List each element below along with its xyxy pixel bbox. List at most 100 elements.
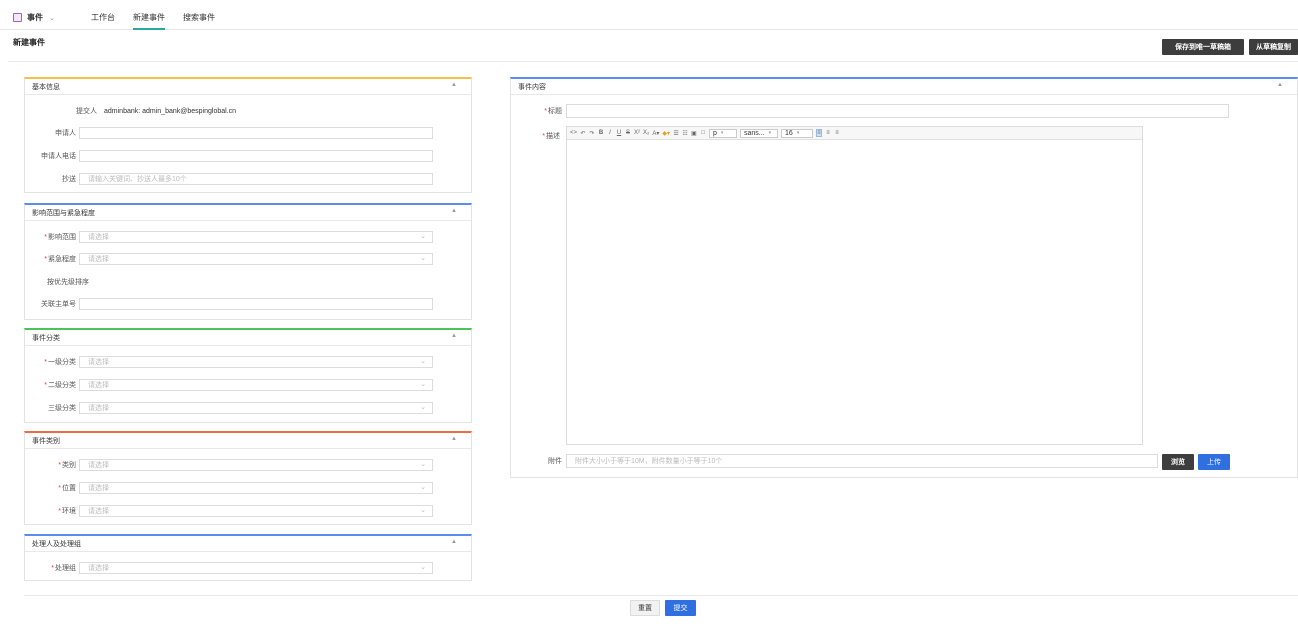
- location-select[interactable]: 请选择 ⌄: [79, 482, 433, 494]
- panel-title: 影响范围与紧急程度: [32, 209, 95, 217]
- source-icon[interactable]: <>: [570, 130, 577, 136]
- tab-search-event[interactable]: 搜索事件: [183, 12, 215, 23]
- submitter-value: adminbank: admin_bank@bespinglobal.cn: [104, 107, 237, 115]
- upload-button[interactable]: 上传: [1198, 454, 1230, 470]
- level2-select[interactable]: 请选择 ⌄: [79, 379, 433, 391]
- chevron-down-icon: ⌄: [420, 404, 426, 411]
- superscript-icon[interactable]: X²: [634, 130, 640, 136]
- paragraph-select[interactable]: p ▾: [709, 128, 738, 138]
- env-row: *环境 请选择 ⌄: [25, 505, 473, 517]
- footer-divider: [24, 595, 1298, 596]
- level1-row: *一级分类 请选择 ⌄: [25, 356, 473, 368]
- level3-select[interactable]: 请选择 ⌄: [79, 402, 433, 414]
- tab-workbench[interactable]: 工作台: [91, 12, 115, 23]
- align-center-icon[interactable]: ≡: [825, 130, 831, 136]
- attachment-input[interactable]: 附件大小小于等于10M，附件数量小于等于10个: [566, 454, 1158, 468]
- location-label: *位置: [58, 485, 76, 492]
- table-icon[interactable]: □: [700, 130, 706, 136]
- underline-icon[interactable]: U: [616, 130, 622, 136]
- panel-title: 事件内容: [518, 83, 546, 91]
- panel-title: 事件分类: [32, 334, 60, 342]
- group-row: *处理组 请选择 ⌄: [25, 562, 473, 574]
- font-color-icon[interactable]: A▾: [652, 130, 659, 137]
- image-icon[interactable]: ▣: [691, 130, 697, 137]
- panel-header: 基本信息 ▲: [25, 79, 471, 95]
- collapse-icon[interactable]: ▲: [451, 436, 457, 442]
- event-type-panel: 事件类别 ▲ *类别 请选择 ⌄ *位置 请选择 ⌄ *环境 请选择 ⌄: [24, 431, 472, 525]
- category-panel: 事件分类 ▲ *一级分类 请选择 ⌄ *二级分类 请选择 ⌄ 三级分类 请选择 ⌄: [24, 328, 472, 423]
- align-right-icon[interactable]: ≡: [834, 130, 840, 136]
- applicant-row: 申请人: [25, 127, 473, 139]
- level1-select[interactable]: 请选择 ⌄: [79, 356, 433, 368]
- related-input[interactable]: [79, 298, 433, 310]
- undo-icon[interactable]: ↶: [580, 130, 586, 137]
- italic-icon[interactable]: I: [607, 130, 613, 136]
- type-row: *类别 请选择 ⌄: [25, 459, 473, 471]
- urgency-select[interactable]: 请选择 ⌄: [79, 253, 433, 265]
- header-divider: [8, 61, 1298, 62]
- font-family-select[interactable]: sans... ▾: [740, 128, 779, 138]
- page-title: 新建事件: [13, 38, 45, 47]
- group-select[interactable]: 请选择 ⌄: [79, 562, 433, 574]
- applicant-phone-input[interactable]: [79, 150, 433, 162]
- impact-panel: 影响范围与紧急程度 ▲ *影响范围 请选择 ⌄ *紧急程度 请选择 ⌄ 按优先级排序…: [24, 203, 472, 320]
- unordered-list-icon[interactable]: ☷: [682, 130, 688, 137]
- chevron-down-icon: ⌄: [420, 461, 426, 468]
- panel-header: 事件类别 ▲: [25, 433, 471, 449]
- attachment-label: 附件: [548, 458, 562, 465]
- redo-icon[interactable]: ↷: [589, 130, 595, 137]
- submit-button[interactable]: 提交: [665, 600, 696, 616]
- chevron-down-icon: ⌄: [420, 564, 426, 571]
- copy-from-draft-button[interactable]: 从草稿复制: [1249, 39, 1298, 55]
- collapse-icon[interactable]: ▲: [451, 539, 457, 545]
- applicant-input[interactable]: [79, 127, 433, 139]
- env-label: *环境: [58, 508, 76, 515]
- panel-title: 基本信息: [32, 83, 60, 91]
- applicant-phone-row: 申请人电话: [25, 150, 473, 162]
- top-nav: 事件 ⌄ 工作台 新建事件 搜索事件: [0, 0, 1298, 30]
- group-label: *处理组: [51, 565, 76, 572]
- chevron-down-icon: ⌄: [420, 507, 426, 514]
- scope-label: *影响范围: [44, 234, 76, 241]
- tab-new-event[interactable]: 新建事件: [133, 12, 165, 30]
- env-select[interactable]: 请选择 ⌄: [79, 505, 433, 517]
- chevron-down-icon: ⌄: [420, 484, 426, 491]
- basic-info-panel: 基本信息 ▲ 提交人 adminbank: admin_bank@besping…: [24, 77, 472, 193]
- type-select[interactable]: 请选择 ⌄: [79, 459, 433, 471]
- subscript-icon[interactable]: X₂: [643, 130, 649, 136]
- chevron-down-icon: ⌄: [420, 233, 426, 240]
- module-switcher[interactable]: 事件 ⌄: [13, 12, 55, 23]
- scope-select[interactable]: 请选择 ⌄: [79, 231, 433, 243]
- ordered-list-icon[interactable]: ☰: [673, 130, 679, 137]
- panel-title: 处理人及处理组: [32, 540, 81, 548]
- highlight-icon[interactable]: ◆▾: [662, 130, 670, 137]
- collapse-icon[interactable]: ▲: [1277, 82, 1283, 88]
- panel-header: 处理人及处理组 ▲: [25, 536, 471, 552]
- editor-toolbar: <> ↶ ↷ B I U S X² X₂ A▾ ◆▾ ☰ ☷ ▣ □ p ▾ sa…: [567, 127, 1142, 140]
- bold-icon[interactable]: B: [598, 130, 604, 136]
- reset-button[interactable]: 重置: [630, 600, 660, 616]
- level1-label: *一级分类: [44, 359, 76, 366]
- level3-row: 三级分类 请选择 ⌄: [25, 402, 473, 414]
- chevron-down-icon: ⌄: [49, 14, 55, 22]
- submitter-row: 提交人 adminbank: admin_bank@bespinglobal.c…: [25, 105, 473, 117]
- priority-row: 按优先级排序: [25, 276, 473, 288]
- subject-input[interactable]: [566, 104, 1229, 118]
- handler-panel: 处理人及处理组 ▲ *处理组 请选择 ⌄: [24, 534, 472, 581]
- collapse-icon[interactable]: ▲: [451, 208, 457, 214]
- panel-header: 事件内容 ▲: [511, 79, 1297, 95]
- font-size-select[interactable]: 16 ▾: [781, 128, 814, 138]
- cc-input[interactable]: 请输入关键词、抄送人最多10个: [79, 173, 433, 185]
- align-left-icon[interactable]: ≡: [816, 129, 823, 137]
- chevron-down-icon: ⌄: [420, 381, 426, 388]
- collapse-icon[interactable]: ▲: [451, 333, 457, 339]
- type-label: *类别: [58, 462, 76, 469]
- rich-text-editor[interactable]: <> ↶ ↷ B I U S X² X₂ A▾ ◆▾ ☰ ☷ ▣ □ p ▾ sa…: [566, 126, 1143, 445]
- scope-row: *影响范围 请选择 ⌄: [25, 231, 473, 243]
- save-draft-button[interactable]: 保存到唯一草稿箱: [1162, 39, 1244, 55]
- strikethrough-icon[interactable]: S: [625, 130, 631, 136]
- panel-header: 影响范围与紧急程度 ▲: [25, 205, 471, 221]
- collapse-icon[interactable]: ▲: [451, 82, 457, 88]
- browse-button[interactable]: 浏览: [1162, 454, 1194, 470]
- cc-label: 抄送: [62, 176, 76, 183]
